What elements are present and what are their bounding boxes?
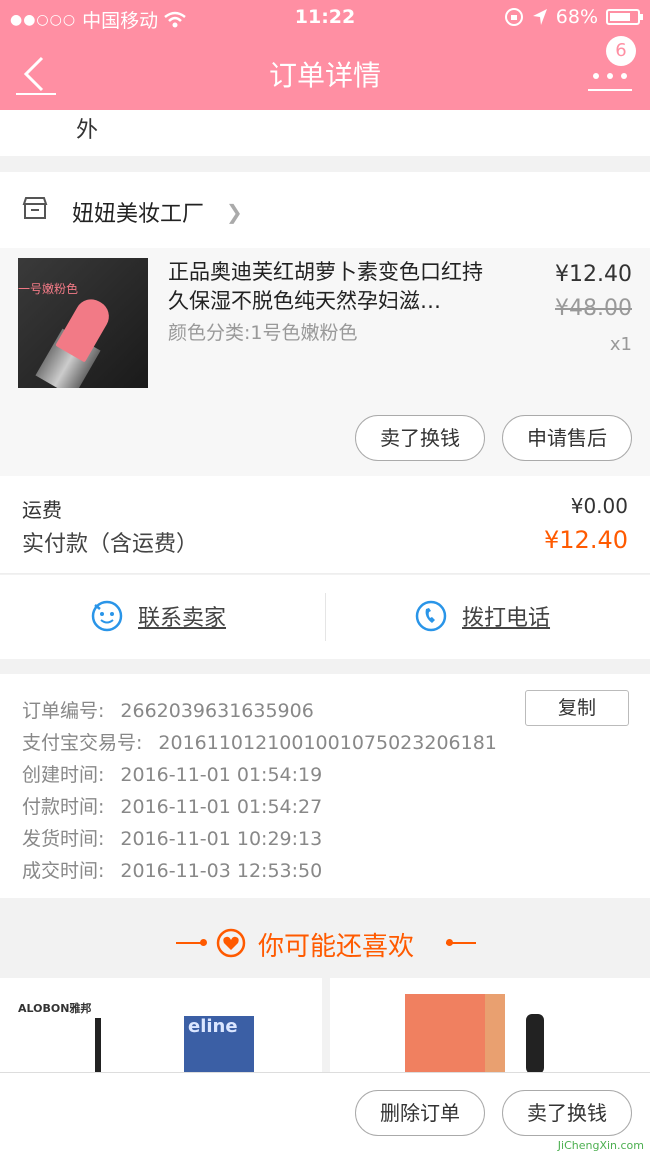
recommend-title: 你可能还喜欢 xyxy=(258,932,415,962)
product-price: ¥12.40 xyxy=(555,262,632,287)
contact-divider xyxy=(325,593,326,641)
copy-button[interactable]: 复制 xyxy=(525,690,629,726)
paid-time-key: 付款时间: xyxy=(22,796,105,818)
shipped-time-value: 2016-11-01 10:29:13 xyxy=(120,828,323,850)
contact-seller-button[interactable]: 联系卖家 xyxy=(90,599,226,633)
call-phone-label[interactable]: 拨打电话 xyxy=(462,600,550,632)
shipping-value: ¥0.00 xyxy=(570,494,628,518)
shipped-time-row: 发货时间: 2016-11-01 10:29:13 xyxy=(22,824,322,851)
order-number-value: 2662039631635906 xyxy=(120,700,314,722)
created-time-value: 2016-11-01 01:54:19 xyxy=(120,764,323,786)
store-icon xyxy=(22,197,48,219)
mascara-box xyxy=(405,994,485,1072)
created-time-row: 创建时间: 2016-11-01 01:54:19 xyxy=(22,760,322,787)
battery-percent: 68% xyxy=(555,6,598,28)
recommend-header: 你可能还喜欢 xyxy=(0,898,650,978)
alipay-number-value: 2016110121001001075023206181 xyxy=(158,732,497,754)
bottom-action-bar: 删除订单 卖了换钱 JiChengXin.com xyxy=(0,1072,650,1156)
shop-row[interactable]: 妞妞美妆工厂 ❯ xyxy=(0,172,650,248)
shipping-label: 运费 xyxy=(22,498,62,522)
product-box: eline xyxy=(184,1016,254,1072)
status-bar: ●●○○○ 中国移动 11:22 68% xyxy=(0,0,650,36)
completed-time-value: 2016-11-03 12:53:50 xyxy=(120,860,323,882)
message-badge[interactable]: 6 xyxy=(606,36,636,66)
status-right: 68% xyxy=(504,6,643,28)
recommend-item-2[interactable] xyxy=(330,978,650,1072)
mascara-box-side xyxy=(485,994,505,1072)
order-info: 订单编号: 2662039631635906 支付宝交易号: 20161101210… xyxy=(0,674,650,898)
paid-time-row: 付款时间: 2016-11-01 01:54:27 xyxy=(22,792,322,819)
paid-label: 实付款（含运费） xyxy=(22,532,199,557)
shop-name[interactable]: 妞妞美妆工厂 xyxy=(72,196,204,228)
recommend-dot-left xyxy=(200,939,207,946)
product-image-label: 一号嫩粉色 xyxy=(18,282,79,296)
created-time-key: 创建时间: xyxy=(22,764,105,786)
after-sale-button[interactable]: 申请售后 xyxy=(502,415,632,461)
alipay-number-row: 支付宝交易号: 2016110121001001075023206181 xyxy=(22,728,497,755)
contact-bar: 联系卖家 拨打电话 xyxy=(0,575,650,659)
sell-for-cash-button[interactable]: 卖了换钱 xyxy=(355,415,485,461)
address-section: 外 xyxy=(0,110,650,156)
product-quantity: x1 xyxy=(609,334,632,355)
paid-value: ¥12.40 xyxy=(544,526,628,554)
recommend-item-1-brand: ALOBON雅邦 xyxy=(18,1002,92,1015)
nav-bar: 订单详情 6 xyxy=(0,36,650,110)
phone-icon xyxy=(415,600,447,632)
shipped-time-key: 发货时间: xyxy=(22,828,105,850)
product-sku: 颜色分类:1号色嫩粉色 xyxy=(168,322,358,344)
fee-summary: 运费 ¥0.00 实付款（含运费） ¥12.40 xyxy=(0,476,650,574)
delete-order-button[interactable]: 删除订单 xyxy=(355,1090,485,1136)
battery-icon xyxy=(606,9,643,25)
order-number-key: 订单编号: xyxy=(22,700,105,722)
location-icon xyxy=(532,9,547,25)
recommend-line-right xyxy=(446,942,476,944)
chevron-right-icon: ❯ xyxy=(226,200,243,224)
product-original-price: ¥48.00 xyxy=(555,296,632,321)
eyeliner-pen xyxy=(95,1018,101,1072)
chat-smile-icon xyxy=(91,600,123,632)
address-text: 外 xyxy=(76,118,99,143)
heart-icon xyxy=(216,928,246,958)
product-image[interactable]: 一号嫩粉色 xyxy=(18,258,148,388)
rotation-lock-icon xyxy=(504,8,523,26)
alipay-number-key: 支付宝交易号: xyxy=(22,732,143,754)
recommend-item-1[interactable]: ALOBON雅邦 eline xyxy=(0,978,322,1072)
product-title[interactable]: 正品奥迪芙红胡萝卜素变色口红持久保湿不脱色纯天然孕妇滋… xyxy=(168,258,498,316)
product-card[interactable]: 一号嫩粉色 正品奥迪芙红胡萝卜素变色口红持久保湿不脱色纯天然孕妇滋… 颜色分类:… xyxy=(0,248,650,476)
call-phone-button[interactable]: 拨打电话 xyxy=(414,599,550,633)
page-title: 订单详情 xyxy=(268,59,381,92)
watermark: JiChengXin.com xyxy=(557,1139,644,1152)
contact-seller-label[interactable]: 联系卖家 xyxy=(138,600,226,632)
paid-time-value: 2016-11-01 01:54:27 xyxy=(120,796,323,818)
sell-for-cash-bottom-button[interactable]: 卖了换钱 xyxy=(502,1090,632,1136)
more-icon[interactable] xyxy=(588,66,632,96)
mascara-brush xyxy=(526,1014,544,1072)
order-number-row: 订单编号: 2662039631635906 xyxy=(22,696,314,723)
completed-time-row: 成交时间: 2016-11-03 12:53:50 xyxy=(22,856,322,883)
completed-time-key: 成交时间: xyxy=(22,860,105,882)
